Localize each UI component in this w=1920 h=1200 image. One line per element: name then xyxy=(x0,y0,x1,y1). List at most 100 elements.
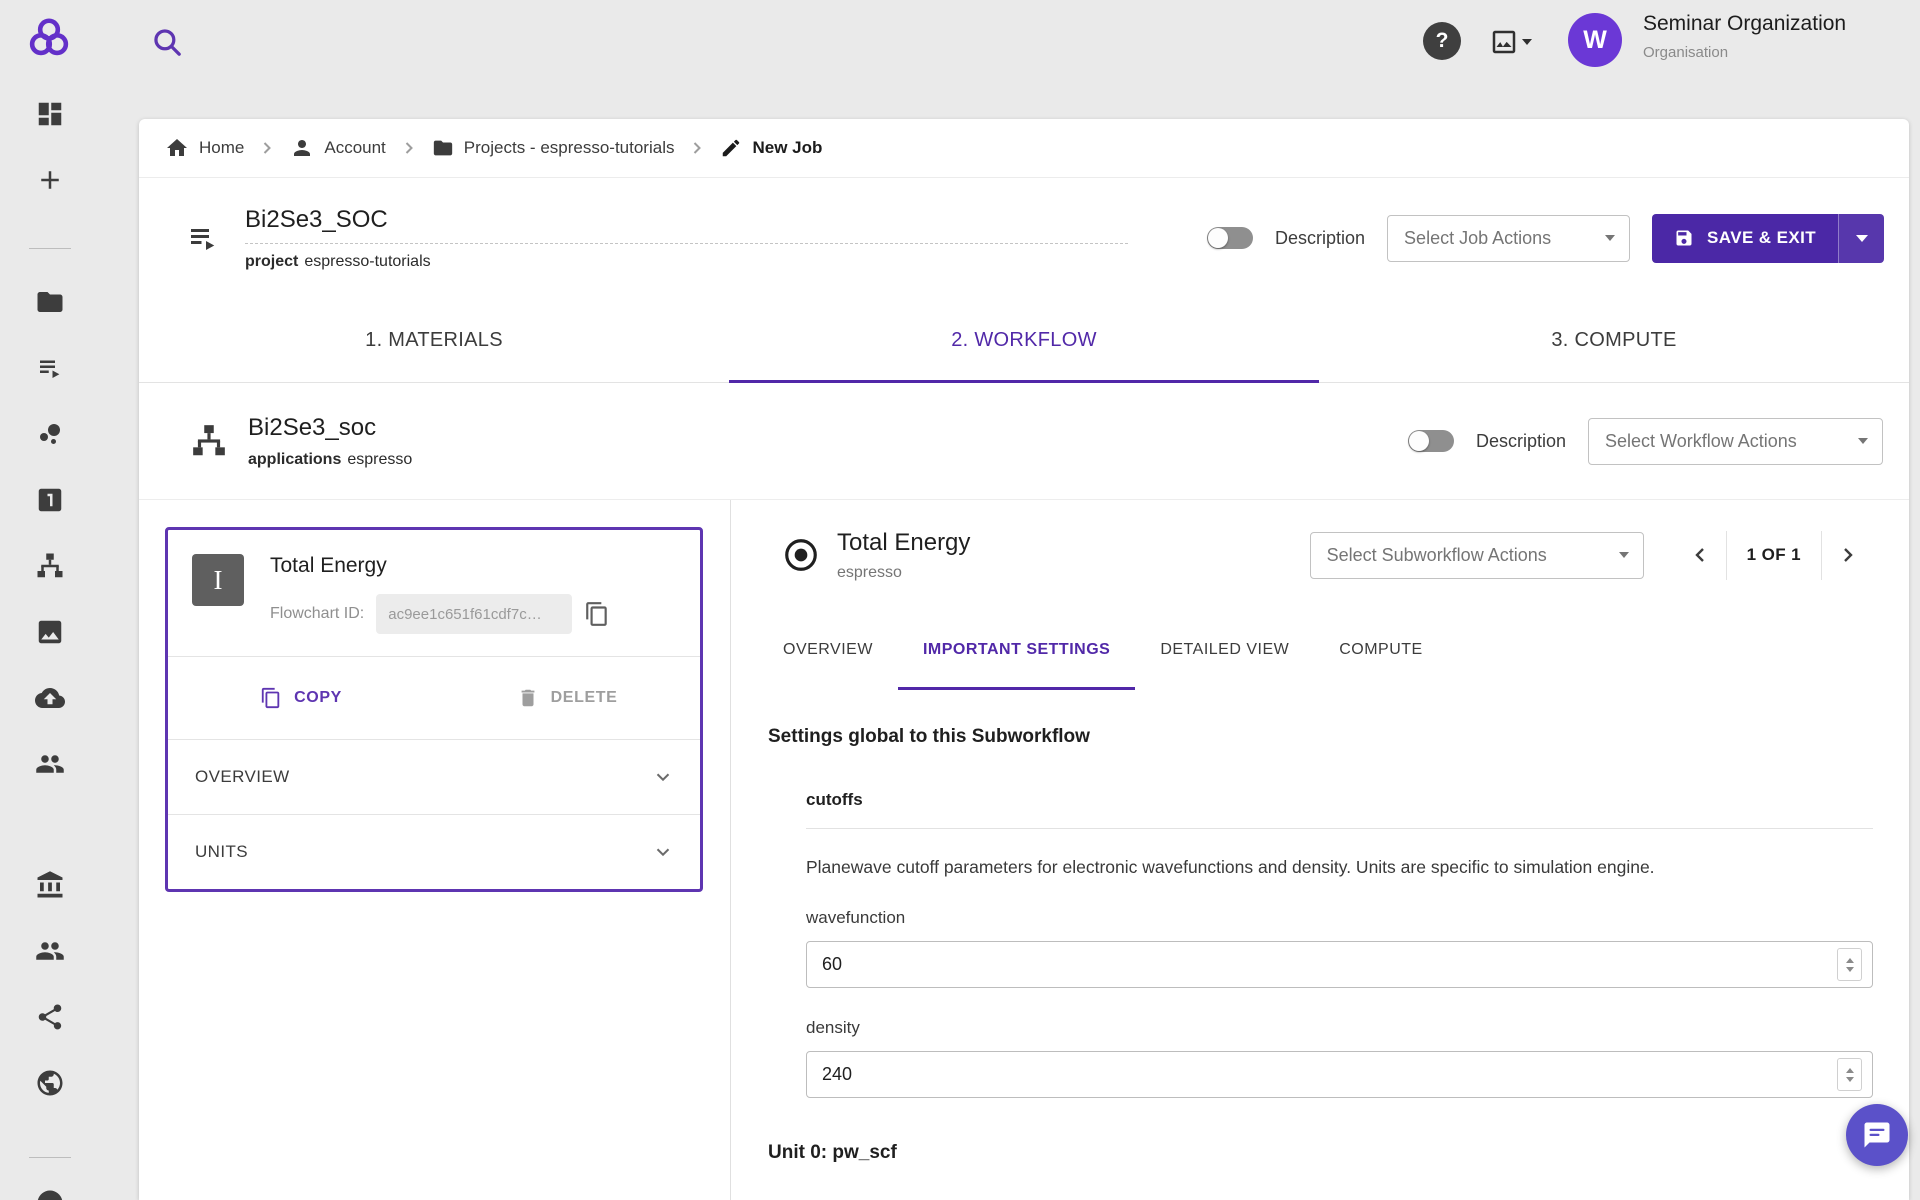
organization-icon[interactable] xyxy=(35,870,65,900)
job-actions-select[interactable]: Select Job Actions xyxy=(1387,215,1630,262)
subworkflow-subtitle: espresso xyxy=(837,564,970,582)
tab-compute[interactable]: 3. COMPUTE xyxy=(1319,298,1909,382)
app-screen: ? W Seminar Organization Organisation xyxy=(0,0,1920,1200)
image-icon xyxy=(1489,27,1519,57)
unit-one-icon[interactable] xyxy=(35,485,65,515)
job-meta: projectespresso-tutorials xyxy=(245,253,1128,271)
copy-id-icon[interactable] xyxy=(584,601,610,627)
sidebar-divider xyxy=(29,1157,71,1158)
tab-detailed-view[interactable]: DETAILED VIEW xyxy=(1135,610,1314,690)
save-exit-dropdown[interactable] xyxy=(1838,214,1884,263)
tab-workflow[interactable]: 2. WORKFLOW xyxy=(729,298,1319,382)
projects-folder-icon[interactable] xyxy=(35,287,65,317)
save-exit-main[interactable]: SAVE & EXIT xyxy=(1652,214,1838,263)
tab-label: 1. MATERIALS xyxy=(365,329,503,352)
pager-next-button[interactable] xyxy=(1822,531,1874,580)
search-icon[interactable] xyxy=(150,25,184,59)
team-icon[interactable] xyxy=(35,749,65,779)
subworkflow-panel: Total Energy espresso Select Subworkflow… xyxy=(731,500,1909,1200)
dashboard-icon[interactable] xyxy=(35,99,65,129)
images-icon[interactable] xyxy=(35,617,65,647)
job-description-toggle[interactable] xyxy=(1207,227,1253,249)
sidebar xyxy=(0,84,99,1200)
app-logo-icon[interactable] xyxy=(26,15,72,61)
tab-label: IMPORTANT SETTINGS xyxy=(923,641,1110,659)
unit-badge-letter: I xyxy=(214,565,223,596)
unit-info: Total Energy Flowchart ID: ac9ee1c651f61… xyxy=(270,554,682,634)
workflow-meta-value: espresso xyxy=(347,451,412,468)
unit-copy-button[interactable]: COPY xyxy=(168,687,434,709)
add-icon[interactable] xyxy=(35,165,65,195)
help-icon[interactable]: ? xyxy=(1423,22,1461,60)
subworkflow-actions-select[interactable]: Select Subworkflow Actions xyxy=(1310,532,1644,579)
workflow-description-toggle[interactable] xyxy=(1408,430,1454,452)
pencil-icon xyxy=(720,137,742,159)
chevron-right-icon xyxy=(257,138,277,158)
user-avatar[interactable]: W xyxy=(1568,13,1622,67)
media-menu-button[interactable] xyxy=(1489,27,1532,57)
density-input[interactable]: 240 xyxy=(806,1051,1873,1098)
job-actions-placeholder: Select Job Actions xyxy=(1404,228,1551,249)
workflow-header: Bi2Se3_soc applicationsespresso Descript… xyxy=(139,383,1909,500)
chat-fab-button[interactable] xyxy=(1846,1104,1908,1166)
workflow-description-label: Description xyxy=(1476,431,1566,452)
spin-up-icon xyxy=(1846,958,1854,963)
tab-compute-sub[interactable]: COMPUTE xyxy=(1314,610,1448,690)
subworkflow-settings-body: Settings global to this Subworkflow cuto… xyxy=(731,690,1909,1200)
settings-bottom-icon[interactable] xyxy=(35,1188,65,1200)
chevron-right-icon xyxy=(687,138,707,158)
breadcrumb-home[interactable]: Home xyxy=(165,136,244,160)
pager-prev-button[interactable] xyxy=(1674,531,1726,580)
cutoffs-group: cutoffs Planewave cutoff parameters for … xyxy=(806,790,1873,1098)
wavefunction-input[interactable]: 60 xyxy=(806,941,1873,988)
unit-card-top: I Total Energy Flowchart ID: ac9ee1c651f… xyxy=(168,530,700,656)
materials-icon[interactable] xyxy=(35,419,65,449)
job-title-field[interactable]: Bi2Se3_SOC xyxy=(245,206,1128,244)
density-spinner[interactable] xyxy=(1837,1058,1862,1091)
workflows-icon[interactable] xyxy=(35,551,65,581)
tab-important-settings[interactable]: IMPORTANT SETTINGS xyxy=(898,610,1135,690)
section-label: UNITS xyxy=(195,842,248,862)
chat-bubble-icon xyxy=(1862,1120,1892,1150)
workflow-meta: applications espresso xyxy=(248,451,412,469)
breadcrumb-label: Account xyxy=(324,138,385,158)
jobs-list-icon[interactable] xyxy=(35,353,65,383)
share-icon[interactable] xyxy=(35,1002,65,1032)
org-subtitle: Organisation xyxy=(1643,44,1846,61)
org-info: Seminar Organization Organisation xyxy=(1643,12,1846,61)
home-icon xyxy=(165,136,189,160)
job-meta-value: espresso-tutorials xyxy=(304,253,430,270)
flowchart-id-label: Flowchart ID: xyxy=(270,605,364,623)
tab-label: OVERVIEW xyxy=(783,641,873,659)
breadcrumb-project[interactable]: Projects - espresso-tutorials xyxy=(432,137,675,159)
chevron-down-icon xyxy=(1522,39,1532,45)
record-icon xyxy=(782,536,820,574)
workflow-header-controls: Description Select Workflow Actions xyxy=(1408,418,1883,465)
tab-materials[interactable]: 1. MATERIALS xyxy=(139,298,729,382)
unit-delete-button[interactable]: DELETE xyxy=(434,687,700,709)
tab-overview[interactable]: OVERVIEW xyxy=(758,610,898,690)
workflow-actions-select[interactable]: Select Workflow Actions xyxy=(1588,418,1883,465)
unit-section-overview[interactable]: OVERVIEW xyxy=(168,740,700,814)
chevron-down-icon xyxy=(1605,235,1615,241)
users-icon[interactable] xyxy=(35,936,65,966)
globe-icon[interactable] xyxy=(35,1068,65,1098)
breadcrumb-label: Projects - espresso-tutorials xyxy=(464,138,675,158)
wavefunction-spinner[interactable] xyxy=(1837,948,1862,981)
breadcrumb-account[interactable]: Account xyxy=(290,136,385,160)
trash-icon xyxy=(517,687,539,709)
subworkflow-header: Total Energy espresso Select Subworkflow… xyxy=(731,500,1909,610)
breadcrumb-new-job[interactable]: New Job xyxy=(720,137,822,159)
workflow-meta-label: applications xyxy=(248,451,341,468)
cloud-upload-icon[interactable] xyxy=(35,683,65,713)
save-exit-button[interactable]: SAVE & EXIT xyxy=(1652,214,1884,263)
chevron-down-icon xyxy=(1858,438,1868,444)
unit-card-total-energy[interactable]: I Total Energy Flowchart ID: ac9ee1c651f… xyxy=(165,527,703,892)
unit-copy-label: COPY xyxy=(294,689,342,707)
unit-zero-heading: Unit 0: pw_scf xyxy=(768,1142,1873,1164)
workflow-tree-icon xyxy=(190,422,228,460)
subworkflow-controls: Select Subworkflow Actions 1 OF 1 xyxy=(1310,531,1874,580)
workflow-actions-placeholder: Select Workflow Actions xyxy=(1605,431,1797,452)
flowchart-id-field[interactable]: ac9ee1c651f61cdf7c… xyxy=(376,594,572,634)
unit-section-units[interactable]: UNITS xyxy=(168,815,700,889)
